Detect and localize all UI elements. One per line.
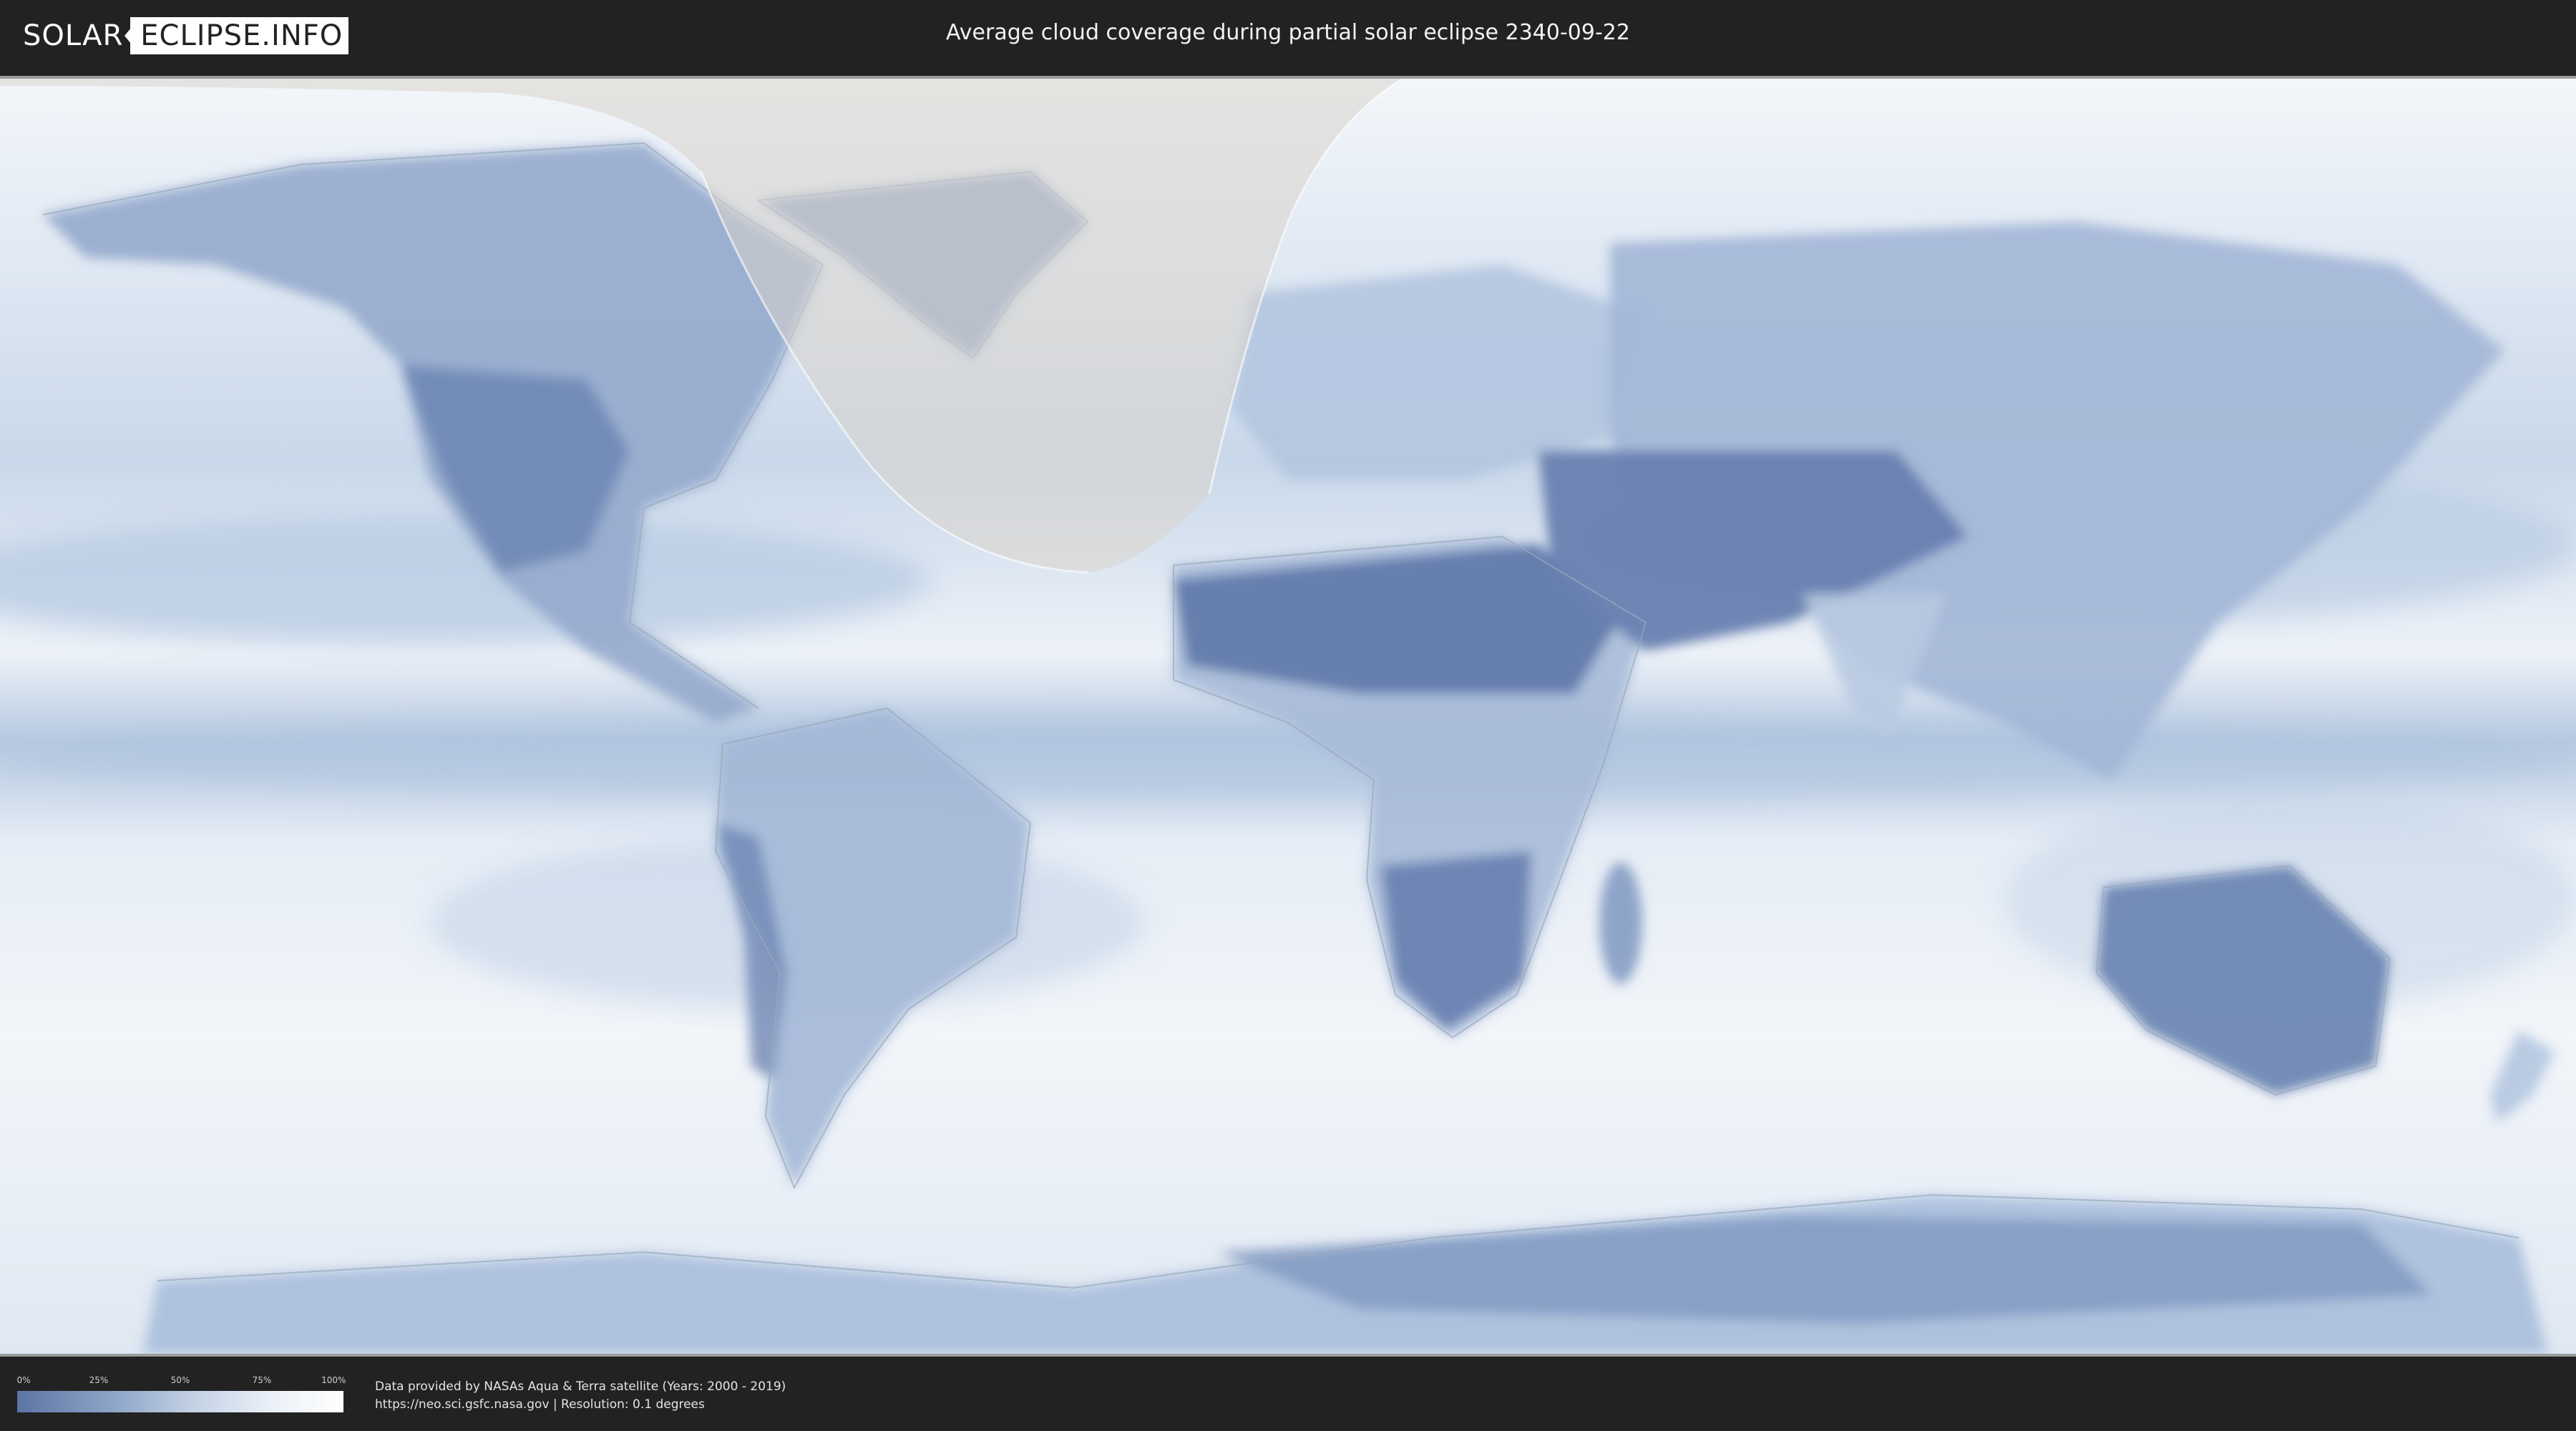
cloud-coverage-legend: 0% 25% 50% 75% 100% [16,1375,346,1412]
madagascar [1599,862,1642,984]
legend-tick-25: 25% [89,1375,109,1385]
world-map-svg [0,79,2576,1354]
legend-ticks: 0% 25% 50% 75% 100% [16,1375,346,1387]
legend-tick-100: 100% [321,1375,346,1385]
credits-line-2: https://neo.sci.gsfc.nasa.gov | Resoluti… [375,1397,705,1412]
legend-color-bar [17,1391,343,1412]
legend-tick-75: 75% [252,1375,272,1385]
page-title: Average cloud coverage during partial so… [946,20,1630,45]
data-credits: Data provided by NASAs Aqua & Terra sate… [375,1378,786,1414]
legend-tick-50: 50% [170,1375,190,1385]
legend-tick-0: 0% [16,1375,31,1385]
logo-text-solar: SOLAR [23,19,124,52]
logo-text-eclipse-info: ECLIPSE.INFO [125,17,349,54]
header: SOLAR ECLIPSE.INFO Average cloud coverag… [0,0,2576,72]
cloud-coverage-map [0,76,2576,1357]
footer: 0% 25% 50% 75% 100% Data provided by NAS… [0,1359,2576,1431]
credits-line-1: Data provided by NASAs Aqua & Terra sate… [375,1379,786,1394]
site-logo[interactable]: SOLAR ECLIPSE.INFO [23,17,349,54]
